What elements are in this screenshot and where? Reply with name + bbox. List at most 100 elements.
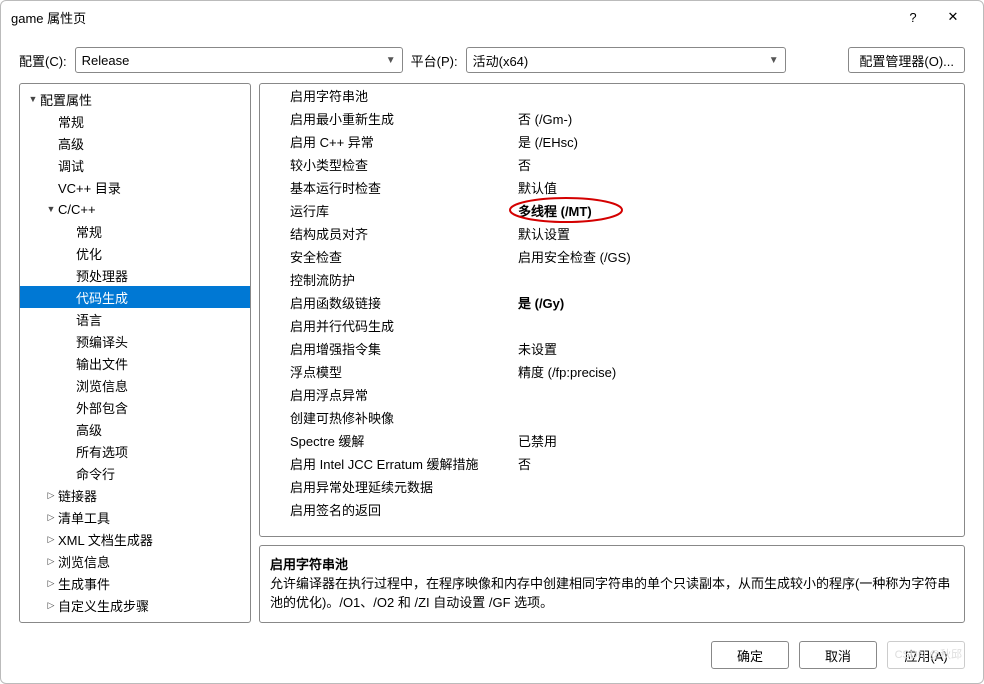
expand-icon: ▷ — [44, 512, 58, 523]
tree-item-label: VC++ 目录 — [58, 178, 121, 197]
tree-item[interactable]: 语言 — [20, 308, 250, 330]
property-value[interactable]: 未设置 — [514, 339, 964, 358]
tree-item[interactable]: 高级 — [20, 418, 250, 440]
tree-item[interactable]: 调试 — [20, 154, 250, 176]
config-manager-button[interactable]: 配置管理器(O)... — [848, 47, 965, 73]
property-value[interactable]: 启用安全检查 (/GS) — [514, 247, 964, 266]
property-grid[interactable]: 启用字符串池启用最小重新生成否 (/Gm-)启用 C++ 异常是 (/EHsc)… — [259, 83, 965, 537]
cancel-button[interactable]: 取消 — [799, 641, 877, 669]
tree-item-label: 浏览信息 — [58, 552, 110, 571]
property-value[interactable]: 默认值 — [514, 178, 964, 197]
tree-item[interactable]: 常规 — [20, 110, 250, 132]
description-title: 启用字符串池 — [270, 554, 954, 573]
tree-item[interactable]: 命令行 — [20, 462, 250, 484]
property-value[interactable]: 已禁用 — [514, 431, 964, 450]
property-row[interactable]: 启用并行代码生成 — [260, 314, 964, 337]
apply-button[interactable]: 应用(A) — [887, 641, 965, 669]
tree-item[interactable]: ▷链接器 — [20, 484, 250, 506]
tree-item[interactable]: 高级 — [20, 132, 250, 154]
tree-item[interactable]: VC++ 目录 — [20, 176, 250, 198]
property-row[interactable]: Spectre 缓解已禁用 — [260, 429, 964, 452]
property-row[interactable]: 启用最小重新生成否 (/Gm-) — [260, 107, 964, 130]
property-page-window: game 属性页 ? ✕ 配置(C): Release ▼ 平台(P): 活动(… — [0, 0, 984, 684]
property-value[interactable]: 多线程 (/MT) — [514, 201, 964, 220]
property-name: 启用函数级链接 — [260, 293, 514, 312]
category-tree[interactable]: ▼配置属性常规高级调试VC++ 目录▼C/C++常规优化预处理器代码生成语言预编… — [19, 83, 251, 623]
property-row[interactable]: 安全检查启用安全检查 (/GS) — [260, 245, 964, 268]
property-name: 启用签名的返回 — [260, 500, 514, 519]
tree-item[interactable]: 预处理器 — [20, 264, 250, 286]
property-name: 启用浮点异常 — [260, 385, 514, 404]
tree-item[interactable]: 常规 — [20, 220, 250, 242]
tree-item-label: 配置属性 — [40, 90, 92, 109]
property-name: 浮点模型 — [260, 362, 514, 381]
property-row[interactable]: 启用增强指令集未设置 — [260, 337, 964, 360]
configuration-value: Release — [82, 53, 386, 68]
tree-item-label: 自定义生成步骤 — [58, 596, 149, 615]
property-row[interactable]: 较小类型检查否 — [260, 153, 964, 176]
chevron-down-icon: ▼ — [386, 55, 396, 66]
tree-item-label: 生成事件 — [58, 574, 110, 593]
property-name: 安全检查 — [260, 247, 514, 266]
window-title: game 属性页 — [11, 8, 893, 27]
platform-value: 活动(x64) — [473, 51, 769, 70]
property-row[interactable]: 浮点模型精度 (/fp:precise) — [260, 360, 964, 383]
close-button[interactable]: ✕ — [933, 1, 973, 33]
tree-item-label: 高级 — [76, 420, 102, 439]
tree-item[interactable]: 所有选项 — [20, 440, 250, 462]
property-name: 创建可热修补映像 — [260, 408, 514, 427]
config-toolbar: 配置(C): Release ▼ 平台(P): 活动(x64) ▼ 配置管理器(… — [1, 33, 983, 83]
right-pane: 启用字符串池启用最小重新生成否 (/Gm-)启用 C++ 异常是 (/EHsc)… — [259, 83, 965, 623]
property-row[interactable]: 启用 Intel JCC Erratum 缓解措施否 — [260, 452, 964, 475]
tree-item[interactable]: ▼配置属性 — [20, 88, 250, 110]
property-name: 结构成员对齐 — [260, 224, 514, 243]
property-row[interactable]: 启用浮点异常 — [260, 383, 964, 406]
property-row[interactable]: 创建可热修补映像 — [260, 406, 964, 429]
tree-item-label: XML 文档生成器 — [58, 530, 153, 549]
property-name: 基本运行时检查 — [260, 178, 514, 197]
tree-item-label: 输出文件 — [76, 354, 128, 373]
property-value[interactable]: 默认设置 — [514, 224, 964, 243]
tree-item[interactable]: 外部包含 — [20, 396, 250, 418]
property-value[interactable]: 是 (/EHsc) — [514, 132, 964, 151]
property-row[interactable]: 结构成员对齐默认设置 — [260, 222, 964, 245]
tree-item[interactable]: 浏览信息 — [20, 374, 250, 396]
platform-select[interactable]: 活动(x64) ▼ — [466, 47, 786, 73]
configuration-select[interactable]: Release ▼ — [75, 47, 403, 73]
tree-item[interactable]: ▷浏览信息 — [20, 550, 250, 572]
property-row[interactable]: 启用 C++ 异常是 (/EHsc) — [260, 130, 964, 153]
config-label: 配置(C): — [19, 51, 67, 70]
property-row[interactable]: 运行库多线程 (/MT) — [260, 199, 964, 222]
expand-icon: ▷ — [44, 490, 58, 501]
property-row[interactable]: 控制流防护 — [260, 268, 964, 291]
ok-button[interactable]: 确定 — [711, 641, 789, 669]
tree-item[interactable]: ▷自定义生成步骤 — [20, 594, 250, 616]
property-value[interactable]: 否 — [514, 155, 964, 174]
property-row[interactable]: 基本运行时检查默认值 — [260, 176, 964, 199]
tree-item[interactable]: ▷清单工具 — [20, 506, 250, 528]
property-value[interactable]: 精度 (/fp:precise) — [514, 362, 964, 381]
tree-item-label: 代码生成 — [76, 288, 128, 307]
tree-item[interactable]: 代码生成 — [20, 286, 250, 308]
property-value[interactable]: 否 (/Gm-) — [514, 109, 964, 128]
titlebar: game 属性页 ? ✕ — [1, 1, 983, 33]
help-button[interactable]: ? — [893, 1, 933, 33]
tree-item-label: 命令行 — [76, 464, 115, 483]
property-row[interactable]: 启用函数级链接是 (/Gy) — [260, 291, 964, 314]
tree-item[interactable]: 优化 — [20, 242, 250, 264]
tree-item-label: 常规 — [58, 112, 84, 131]
property-name: 启用最小重新生成 — [260, 109, 514, 128]
property-value[interactable]: 是 (/Gy) — [514, 293, 964, 312]
property-row[interactable]: 启用签名的返回 — [260, 498, 964, 521]
tree-item[interactable]: ▷生成事件 — [20, 572, 250, 594]
tree-item[interactable]: ▼C/C++ — [20, 198, 250, 220]
tree-item-label: 预处理器 — [76, 266, 128, 285]
tree-item[interactable]: 输出文件 — [20, 352, 250, 374]
tree-item[interactable]: 预编译头 — [20, 330, 250, 352]
property-value[interactable]: 否 — [514, 454, 964, 473]
property-name: 启用字符串池 — [260, 86, 514, 105]
tree-item[interactable]: ▷XML 文档生成器 — [20, 528, 250, 550]
footer: 确定 取消 应用(A) — [1, 631, 983, 683]
property-row[interactable]: 启用异常处理延续元数据 — [260, 475, 964, 498]
property-row[interactable]: 启用字符串池 — [260, 84, 964, 107]
